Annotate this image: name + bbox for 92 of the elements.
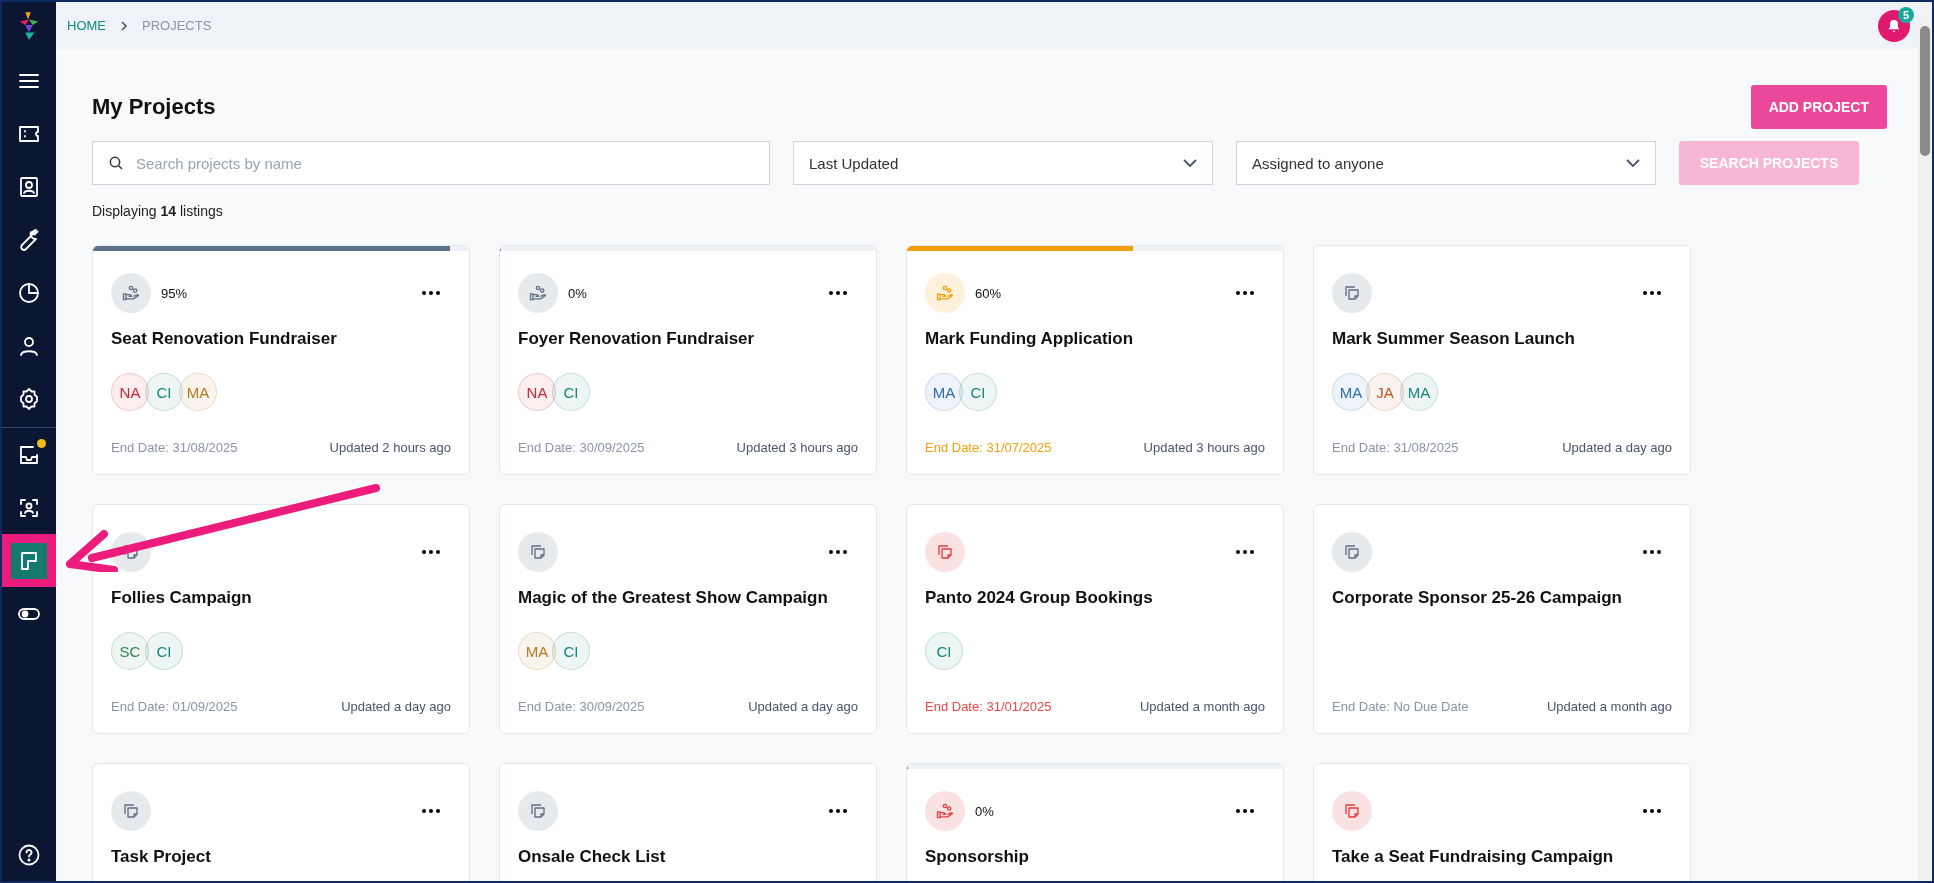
more-icon [828,290,848,296]
assignee-avatar: MA [925,373,963,411]
end-date: End Date: 30/09/2025 [518,699,645,714]
more-icon [1642,808,1662,814]
end-date: End Date: 31/08/2025 [1332,440,1459,455]
board-icon [11,542,47,579]
add-project-button[interactable]: ADD PROJECT [1750,85,1887,129]
sort-dropdown[interactable]: Last Updated [793,141,1213,185]
assignee-avatar: SC [111,632,149,670]
project-title: Mark Funding Application [925,329,1135,350]
logo-icon[interactable] [18,12,40,40]
project-card[interactable]: 60% Mark Funding Application MA CI End Date: 31/07/2025 Updated 3 hours ago [906,245,1284,475]
project-title: Mark Summer Season Launch [1332,329,1576,350]
updated-time: Updated a day ago [341,699,451,714]
more-icon [421,808,441,814]
progress-percent: 95% [161,285,188,301]
more-icon [828,808,848,814]
board-nav-item[interactable] [2,534,56,587]
project-title: Task Project [111,847,212,868]
updated-time: Updated a month ago [1139,699,1265,714]
breadcrumb-link[interactable]: HOME [67,18,106,33]
project-title: Onsale Check List [518,847,667,868]
search-field[interactable]: Search projects by name [92,141,770,185]
updated-time: Updated 3 hours ago [1143,440,1265,455]
updated-time: Updated 2 hours ago [329,440,451,455]
contact-icon [17,174,41,199]
assignee-avatar: MA [179,373,217,411]
project-card[interactable]: Follies Campaign SC CI End Date: 01/09/2025 Updated a day ago [92,504,470,734]
project-title: Corporate Sponsor 25-26 Campaign [1332,588,1623,609]
assignee-avatar: CI [925,632,963,670]
project-card[interactable]: Panto 2024 Group Bookings CI End Date: 31/01/2025 Updated a month ago [906,504,1284,734]
updated-time: Updated a month ago [1546,699,1672,714]
notification-dot [37,439,46,448]
more-icon [1642,290,1662,296]
assignee-avatar: CI [552,373,590,411]
project-card[interactable]: Task Project [92,763,470,881]
assignee-avatar: CI [552,632,590,670]
progress-percent: 0% [975,803,994,819]
assignee-avatar: NA [518,373,556,411]
project-title: Panto 2024 Group Bookings [925,588,1154,609]
project-title: Take a Seat Fundraising Campaign [1332,847,1615,868]
chevron-right-icon [120,19,128,32]
project-card[interactable]: Mark Summer Season Launch MA JA MA End Date: 31/08/2025 Updated a day ago [1313,245,1691,475]
assignee-avatar: MA [1332,373,1370,411]
page-title: My Projects [92,94,216,120]
project-card[interactable]: Corporate Sponsor 25-26 Campaign End Date: No Due Date Updated a month ago [1313,504,1691,734]
chevron-down-icon [1626,158,1640,168]
more-icon [1235,808,1255,814]
assignee-dropdown[interactable]: Assigned to anyone [1236,141,1656,185]
project-card[interactable]: Take a Seat Fundraising Campaign [1313,763,1691,881]
assignee-avatar: NA [111,373,149,411]
project-card[interactable]: Onsale Check List [499,763,877,881]
wrench-icon [17,227,41,252]
assignee-avatar: CI [959,373,997,411]
updated-time: Updated 3 hours ago [736,440,858,455]
project-card[interactable]: 0% Sponsorship [906,763,1284,881]
more-icon [1235,549,1255,555]
assignee-avatar: CI [145,373,183,411]
more-icon [828,549,848,555]
project-card[interactable]: Magic of the Greatest Show Campaign MA CI End Date: 30/09/2025 Updated a day ago [499,504,877,734]
end-date: End Date: 31/07/2025 [925,440,1052,455]
chevron-down-icon [1183,158,1197,168]
scrollbar[interactable] [1918,22,1932,881]
project-title: Sponsorship [925,847,1030,868]
end-date: End Date: No Due Date [1332,699,1469,714]
more-icon [1642,549,1662,555]
assignee-avatar: JA [1366,373,1404,411]
bell-icon [1886,18,1902,34]
project-title: Foyer Renovation Fundraiser [518,329,756,350]
assignee-avatar: CI [145,632,183,670]
settings-icon [17,386,41,411]
search-icon [108,155,124,171]
end-date: End Date: 31/01/2025 [925,699,1052,714]
more-icon [1235,290,1255,296]
more-icon [421,549,441,555]
project-card[interactable]: 95% Seat Renovation Fundraiser NA CI MA End Date: 31/08/2025 Updated 2 hours ago [92,245,470,475]
project-title: Magic of the Greatest Show Campaign [518,588,829,609]
end-date: End Date: 30/09/2025 [518,440,645,455]
project-title: Follies Campaign [111,588,253,609]
chart-icon [17,280,41,305]
project-card[interactable]: 0% Foyer Renovation Fundraiser NA CI End Date: 30/09/2025 Updated 3 hours ago [499,245,877,475]
updated-time: Updated a day ago [1562,440,1672,455]
more-icon [421,290,441,296]
assignee-avatar: MA [1400,373,1438,411]
updated-time: Updated a day ago [748,699,858,714]
end-date: End Date: 01/09/2025 [111,699,238,714]
end-date: End Date: 31/08/2025 [111,440,238,455]
listing-count: Displaying 14 listings [92,203,224,219]
progress-percent: 0% [568,285,587,301]
assignee-avatar: MA [518,632,556,670]
project-title: Seat Renovation Fundraiser [111,329,338,350]
progress-percent: 60% [975,285,1002,301]
